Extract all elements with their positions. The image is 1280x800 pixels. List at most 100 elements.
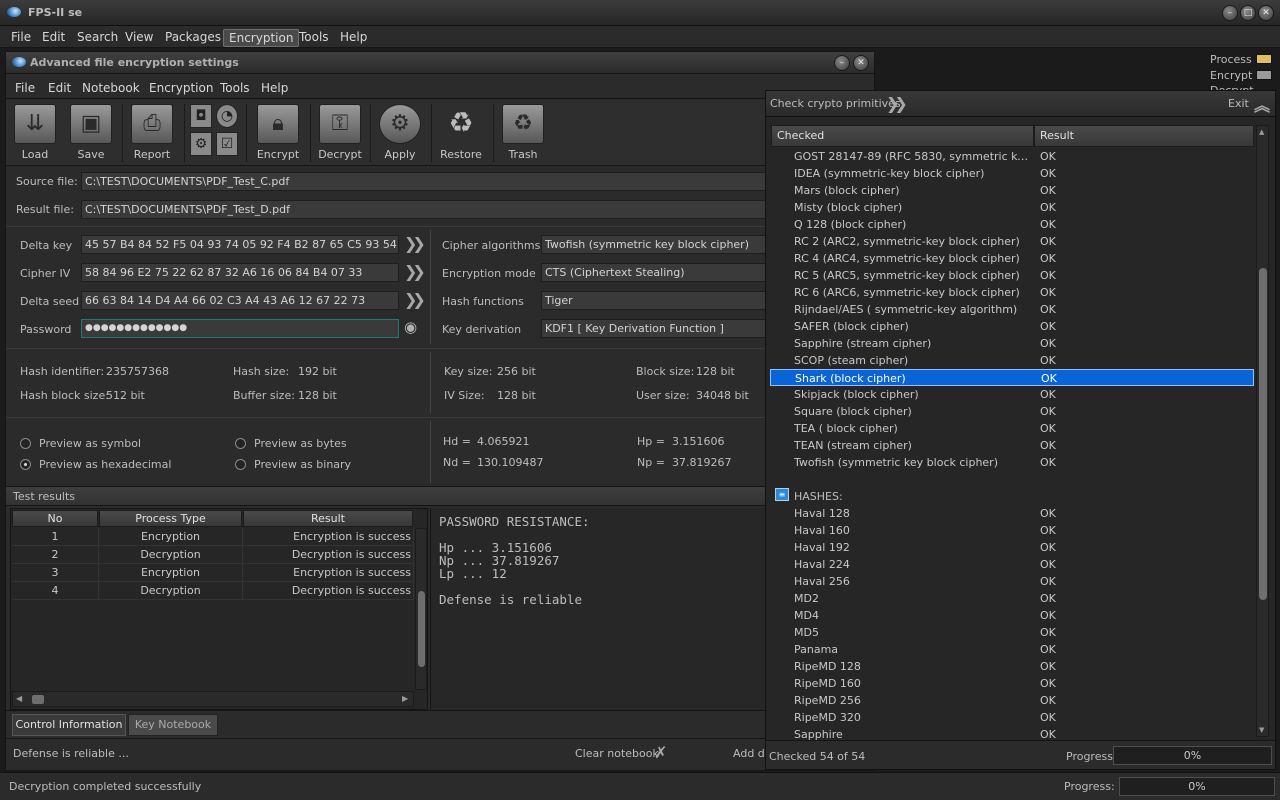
dialog-menu-notebook[interactable]: Notebook xyxy=(77,80,145,96)
col-checked[interactable]: Checked xyxy=(771,125,1034,147)
menu-search[interactable]: Search xyxy=(72,29,123,45)
password-field[interactable]: ●●●●●●●●●●●●● xyxy=(81,319,399,338)
crypto-scroll-down-icon[interactable]: ▼ xyxy=(1259,726,1264,734)
menu-help[interactable]: Help xyxy=(335,29,372,45)
cipher-row[interactable]: Sapphire (stream cipher) OK xyxy=(770,335,1254,352)
cipher-row[interactable]: Shark (block cipher) OK xyxy=(770,369,1254,386)
crypto-run-icon[interactable]: ❯❯ xyxy=(886,94,908,113)
decrypt-button[interactable]: ⚿ Decrypt xyxy=(314,100,366,164)
col-crypto-result[interactable]: Result xyxy=(1034,125,1254,147)
crypto-vscroll-thumb[interactable] xyxy=(1259,268,1267,600)
dialog-menu-help[interactable]: Help xyxy=(256,80,293,96)
menu-tools[interactable]: Tools xyxy=(294,29,334,45)
col-process-type[interactable]: Process Type xyxy=(99,510,242,527)
hashe-row[interactable]: Haval 256 OK xyxy=(770,573,1254,590)
crypto-exit-icon[interactable]: ︽ xyxy=(1254,92,1270,116)
menu-file[interactable]: File xyxy=(6,29,36,45)
restore-button[interactable]: ♻ Restore xyxy=(435,100,487,164)
delta-seed-generate-icon[interactable]: ❯❯ xyxy=(404,290,426,309)
cipher-row[interactable]: TEA ( block cipher) OK xyxy=(770,420,1254,437)
settings-icon[interactable]: ⚙ xyxy=(190,132,212,156)
table-vertical-scrollbar[interactable] xyxy=(415,528,427,690)
hashe-row[interactable]: Sapphire OK xyxy=(770,726,1254,743)
delta-key-field[interactable]: 45 57 B4 84 52 F5 04 93 74 05 92 F4 B2 8… xyxy=(81,235,399,254)
cipher-algorithms-select[interactable]: Twofish (symmetric key block cipher) xyxy=(541,235,801,254)
hashe-row[interactable]: RipeMD 160 OK xyxy=(770,675,1254,692)
dialog-menu-file[interactable]: File xyxy=(10,80,40,96)
cipher-iv-generate-icon[interactable]: ❯❯ xyxy=(404,262,426,281)
dialog-menu-tools[interactable]: Tools xyxy=(215,80,255,96)
cipher-row[interactable]: TEAN (stream cipher) OK xyxy=(770,437,1254,454)
cipher-row[interactable]: Q 128 (block cipher) OK xyxy=(770,216,1254,233)
table-hscroll-thumb[interactable] xyxy=(32,695,44,704)
cipher-row[interactable]: SCOP (steam cipher) OK xyxy=(770,352,1254,369)
menu-view[interactable]: View xyxy=(120,29,158,45)
delta-key-generate-icon[interactable]: ❯❯ xyxy=(404,234,426,253)
load-button[interactable]: ⇊ Load xyxy=(10,100,60,164)
cipher-row[interactable]: Square (block cipher) OK xyxy=(770,403,1254,420)
cipher-row[interactable]: RC 6 (ARC6, symmetric-key block cipher) O… xyxy=(770,284,1254,301)
table-vscroll-thumb[interactable] xyxy=(418,591,425,667)
apply-button[interactable]: ⚙ Apply xyxy=(374,100,426,164)
minimize-icon[interactable]: – xyxy=(1222,5,1238,21)
hashe-row[interactable]: Haval 160 OK xyxy=(770,522,1254,539)
cipher-row[interactable]: Twofish (symmetric key block cipher) OK xyxy=(770,454,1254,471)
cipher-row[interactable]: RC 5 (ARC5, symmetric-key block cipher) O… xyxy=(770,267,1254,284)
trash-button[interactable]: ♻ Trash xyxy=(497,100,549,164)
checklist-icon[interactable]: ☑ xyxy=(216,132,238,156)
delta-seed-field[interactable]: 66 63 84 14 D4 A4 66 02 C3 A4 43 A6 12 6… xyxy=(81,291,399,310)
table-horizontal-scrollbar[interactable]: ◀ ▶ xyxy=(12,691,414,707)
cipher-row[interactable]: RC 2 (ARC2, symmetric-key block cipher) O… xyxy=(770,233,1254,250)
hashe-row[interactable]: MD4 OK xyxy=(770,607,1254,624)
hashe-row[interactable]: RipeMD 128 OK xyxy=(770,658,1254,675)
cipher-row[interactable]: Mars (block cipher) OK xyxy=(770,182,1254,199)
menu-encryption[interactable]: Encryption xyxy=(223,29,300,47)
col-result[interactable]: Result xyxy=(243,510,413,527)
preview-binary-radio[interactable] xyxy=(235,459,246,470)
preview-hex-radio[interactable] xyxy=(20,459,31,470)
hashe-row[interactable]: RipeMD 320 OK xyxy=(770,709,1254,726)
col-no[interactable]: No xyxy=(12,510,98,527)
cipher-row[interactable]: IDEA (symmetric-key block cipher) OK xyxy=(770,165,1254,182)
crypto-exit-button[interactable]: Exit xyxy=(1228,97,1249,110)
close-icon[interactable]: ✕ xyxy=(1258,5,1274,21)
camera-icon[interactable]: ◘ xyxy=(190,104,212,128)
dialog-close-icon[interactable]: ✕ xyxy=(853,55,869,71)
crypto-scroll-up-icon[interactable]: ▲ xyxy=(1259,128,1264,136)
key-derivation-select[interactable]: KDF1 [ Key Derivation Function ] xyxy=(541,319,801,338)
report-button[interactable]: ⎙ Report xyxy=(126,100,178,164)
hashe-row[interactable]: Panama OK xyxy=(770,641,1254,658)
chart-icon[interactable]: ◔ xyxy=(216,104,238,128)
hashe-row[interactable]: Haval 224 OK xyxy=(770,556,1254,573)
hashe-row[interactable]: RipeMD 256 OK xyxy=(770,692,1254,709)
hashes-folder-icon[interactable]: ≡ xyxy=(775,488,789,501)
hash-functions-select[interactable]: Tiger xyxy=(541,291,801,310)
show-password-eye-icon[interactable]: ◉ xyxy=(404,318,417,336)
dialog-minimize-icon[interactable]: – xyxy=(834,55,850,71)
encryption-mode-select[interactable]: CTS (Ciphertext Stealing) xyxy=(541,263,801,282)
dialog-menu-encryption[interactable]: Encryption xyxy=(144,80,218,96)
cipher-row[interactable]: RC 4 (ARC4, symmetric-key block cipher) O… xyxy=(770,250,1254,267)
tab-control-information[interactable]: Control Information xyxy=(12,714,126,736)
hashe-row[interactable]: Haval 192 OK xyxy=(770,539,1254,556)
hashe-row[interactable]: MD2 OK xyxy=(770,590,1254,607)
cipher-row[interactable]: Skipjack (block cipher) OK xyxy=(770,386,1254,403)
source-file-field[interactable]: C:\TEST\DOCUMENTS\PDF_Test_C.pdf xyxy=(81,172,801,191)
preview-bytes-radio[interactable] xyxy=(235,438,246,449)
clear-notebook-button[interactable]: Clear notebook xyxy=(575,747,659,760)
cipher-row[interactable]: Rijndael/AES ( symmetric-key algorithm) O… xyxy=(770,301,1254,318)
menu-edit[interactable]: Edit xyxy=(37,29,70,45)
save-button[interactable]: ▣ Save xyxy=(66,100,116,164)
scroll-right-icon[interactable]: ▶ xyxy=(402,694,408,703)
encrypt-button[interactable]: 🔒︎ Encrypt xyxy=(252,100,304,164)
cipher-row[interactable]: SAFER (block cipher) OK xyxy=(770,318,1254,335)
result-file-field[interactable]: C:\TEST\DOCUMENTS\PDF_Test_D.pdf xyxy=(81,200,801,219)
cipher-row[interactable]: GOST 28147-89 (RFC 5830, symmetric key b… xyxy=(770,148,1254,165)
maximize-icon[interactable]: □ xyxy=(1240,5,1256,21)
preview-symbol-radio[interactable] xyxy=(20,438,31,449)
hashe-row[interactable]: MD5 OK xyxy=(770,624,1254,641)
menu-packages[interactable]: Packages xyxy=(160,29,226,45)
scroll-left-icon[interactable]: ◀ xyxy=(16,694,22,703)
tab-key-notebook[interactable]: Key Notebook xyxy=(128,714,218,736)
cipher-row[interactable]: Misty (block cipher) OK xyxy=(770,199,1254,216)
